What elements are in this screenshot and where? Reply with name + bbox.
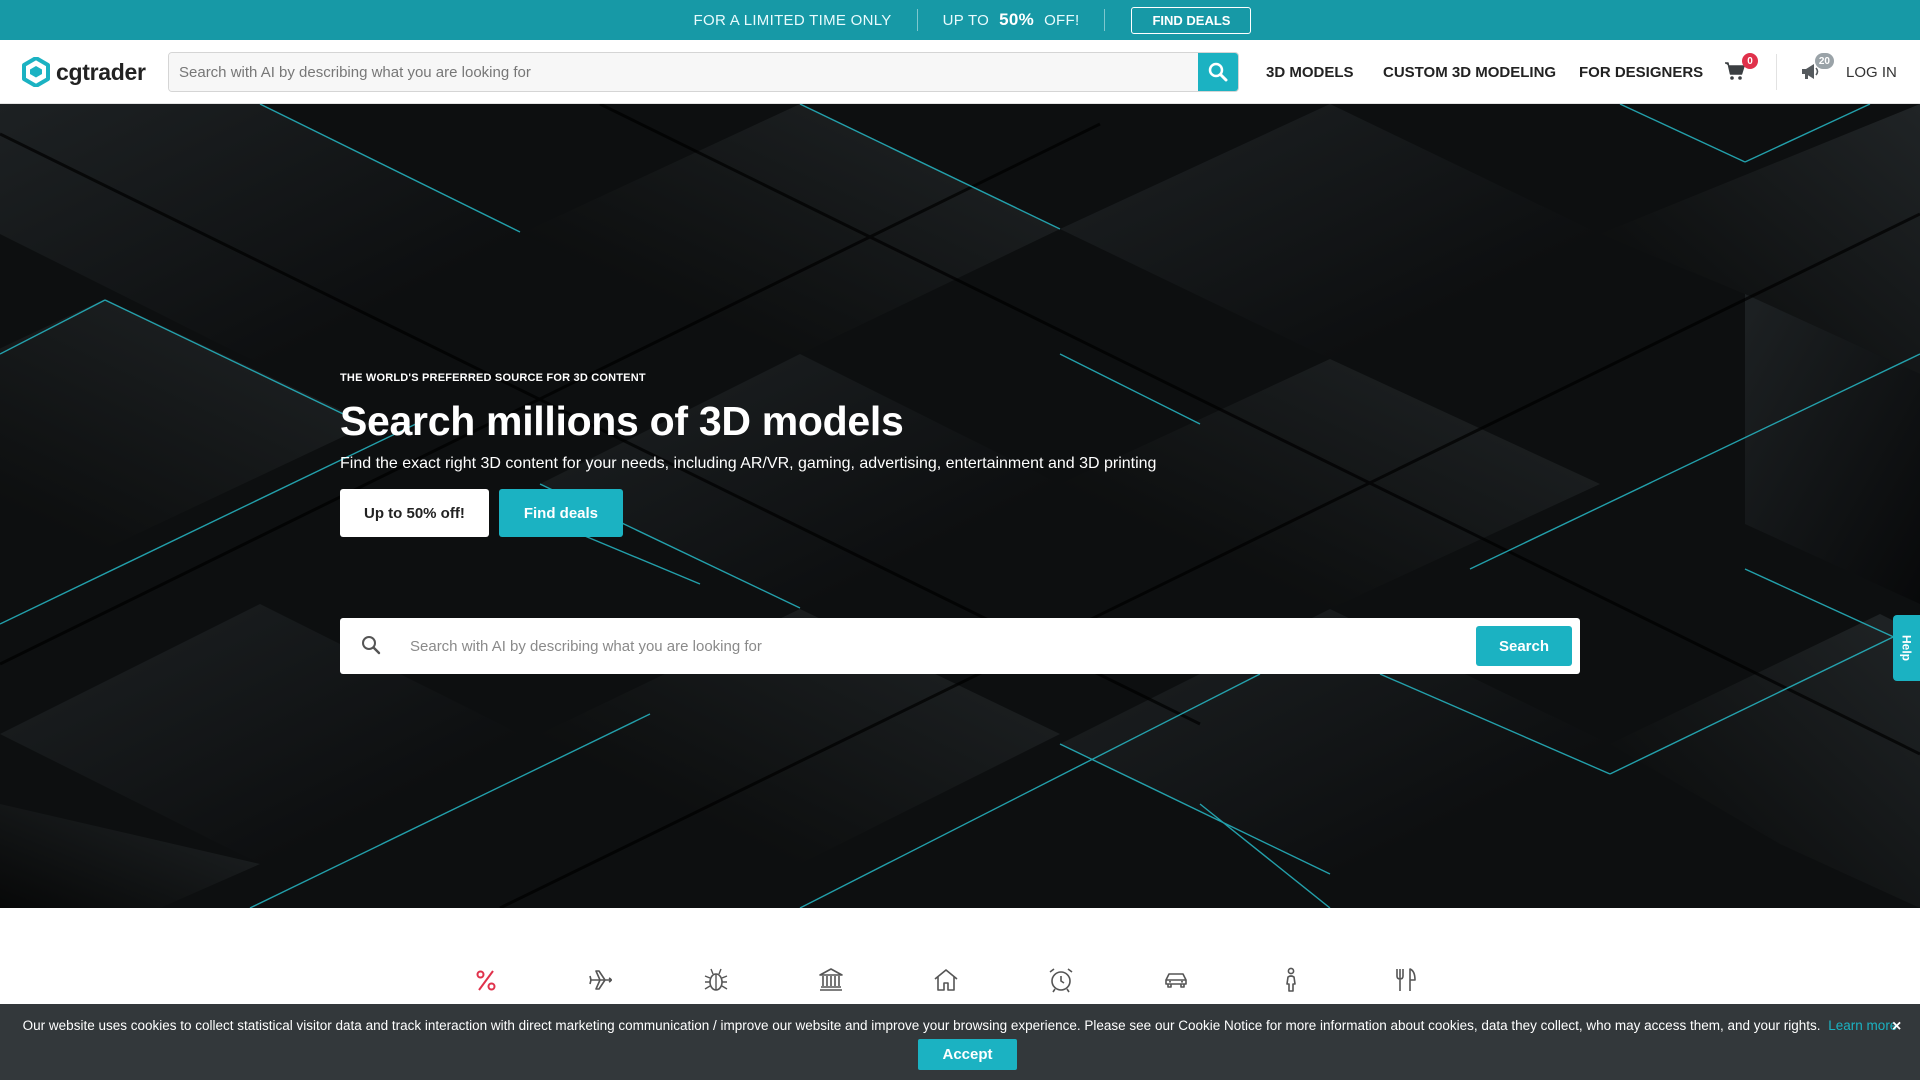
cookie-accept-button[interactable]: Accept <box>918 1039 1017 1070</box>
promo-limited-text: FOR A LIMITED TIME ONLY <box>693 11 892 29</box>
hero-section: THE WORLD'S PREFERRED SOURCE FOR 3D CONT… <box>0 104 1920 908</box>
hero-search-input[interactable] <box>410 626 1410 666</box>
category-animals[interactable] <box>700 964 732 996</box>
category-electronics[interactable] <box>1045 964 1077 996</box>
hero-buttons: Up to 50% off! Find deals <box>340 489 1156 537</box>
promo-find-deals-button[interactable]: FIND DEALS <box>1131 6 1252 34</box>
header-divider <box>1776 54 1777 90</box>
cookie-banner: Our website uses cookies to collect stat… <box>0 1004 1920 1080</box>
promo-divider <box>1104 9 1106 31</box>
hero-eyebrow: THE WORLD'S PREFERRED SOURCE FOR 3D CONT… <box>340 372 646 384</box>
nav-custom-3d-modeling-label: CUSTOM 3D MODELING <box>1383 63 1557 81</box>
airplane-icon <box>589 970 612 990</box>
category-sale[interactable] <box>470 964 502 996</box>
cart-button[interactable]: 0 <box>1724 53 1758 84</box>
hero-title: Search millions of 3D models <box>340 398 904 444</box>
category-icons-row <box>0 964 1920 1000</box>
logo-text: cgtrader <box>56 58 146 85</box>
search-icon <box>1208 62 1228 82</box>
login-link[interactable]: LOG IN <box>1846 40 1897 104</box>
logo[interactable]: cgtrader <box>22 56 146 88</box>
help-tab[interactable]: Help <box>1893 615 1920 681</box>
cart-count-badge: 0 <box>1742 53 1758 69</box>
percent-icon <box>476 970 496 991</box>
cookie-close-button[interactable]: × <box>1892 1018 1901 1036</box>
login-label: LOG IN <box>1846 63 1897 81</box>
promo-discount: UP TO 50% OFF! <box>918 9 1105 31</box>
promo-bar: FOR A LIMITED TIME ONLY UP TO 50% OFF! F… <box>0 0 1920 40</box>
site-header: cgtrader 3D MODELS CUSTOM 3D MODELING FO… <box>0 40 1920 104</box>
nav-for-designers-label: FOR DESIGNERS <box>1579 63 1704 81</box>
notifications-button[interactable]: 20 <box>1800 53 1834 84</box>
car-icon <box>1165 973 1187 988</box>
search-icon <box>362 636 381 655</box>
house-icon <box>934 969 958 991</box>
promo-limited: FOR A LIMITED TIME ONLY <box>669 9 917 31</box>
nav-3d-models[interactable]: 3D MODELS <box>1266 40 1354 104</box>
header-search-input[interactable] <box>169 53 1198 91</box>
category-food[interactable] <box>1390 964 1422 996</box>
bug-icon <box>704 968 728 991</box>
help-label: Help <box>1899 634 1914 661</box>
header-search-button[interactable] <box>1198 53 1238 91</box>
category-interior[interactable] <box>930 964 962 996</box>
category-architecture[interactable] <box>815 964 847 996</box>
hero-subtitle: Find the exact right 3D content for your… <box>340 455 1157 472</box>
promo-percent: 50% <box>999 10 1035 29</box>
header-search <box>168 52 1239 92</box>
hero-search: Search <box>340 618 1580 674</box>
alarm-clock-icon <box>1049 968 1073 993</box>
utensils-icon <box>1396 968 1416 991</box>
category-vehicles[interactable] <box>1160 964 1192 996</box>
cookie-text: Our website uses cookies to collect stat… <box>22 1018 1821 1033</box>
cookie-learn-more-link[interactable]: Learn more <box>1828 1018 1897 1033</box>
cgtrader-logo-icon <box>22 57 50 87</box>
category-characters[interactable] <box>1275 964 1307 996</box>
hero-content: THE WORLD'S PREFERRED SOURCE FOR 3D CONT… <box>340 372 1156 537</box>
person-icon <box>1286 967 1296 992</box>
sale-button[interactable]: Up to 50% off! <box>340 489 489 537</box>
promo-up-to: UP TO <box>942 11 990 29</box>
hero-search-button[interactable]: Search <box>1476 626 1572 666</box>
nav-custom-3d-modeling[interactable]: CUSTOM 3D MODELING <box>1383 40 1556 104</box>
nav-for-designers[interactable]: FOR DESIGNERS <box>1579 40 1703 104</box>
notifications-count-badge: 20 <box>1814 53 1834 69</box>
cookie-message: Our website uses cookies to collect stat… <box>0 1018 1920 1033</box>
museum-icon <box>819 968 843 991</box>
category-aircraft[interactable] <box>585 964 617 996</box>
find-deals-button[interactable]: Find deals <box>498 489 624 537</box>
promo-off: OFF! <box>1044 11 1080 29</box>
nav-3d-models-label: 3D MODELS <box>1266 63 1354 81</box>
